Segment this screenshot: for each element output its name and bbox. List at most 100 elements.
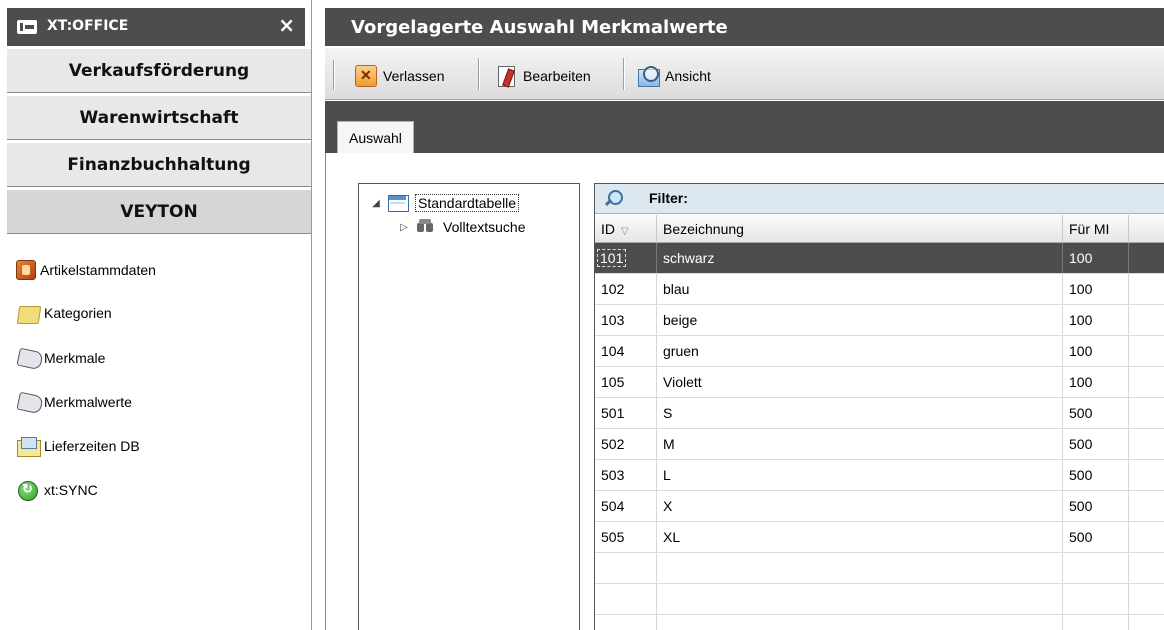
table-row[interactable]: 503 L 500 (595, 460, 1164, 491)
close-icon[interactable]: × (278, 14, 295, 36)
cell-bezeichnung: X (657, 491, 1063, 521)
table-row[interactable]: 101 schwarz 100 (595, 243, 1164, 274)
section-finanzbuchhaltung[interactable]: Finanzbuchhaltung (7, 142, 311, 187)
section-veyton[interactable]: VEYTON (7, 189, 311, 234)
cell-id-text: 101 (597, 249, 627, 267)
cell-bezeichnung-text: schwarz (663, 250, 715, 266)
sidebar: XT:OFFICE × Verkaufsförderung Warenwirts… (0, 0, 312, 630)
column-header-id[interactable]: ID ▽ (595, 215, 657, 243)
table-icon (387, 194, 409, 212)
table-row[interactable]: 102 blau 100 (595, 274, 1164, 305)
view-magnifier-icon (637, 65, 660, 87)
tree-node-label: Volltextsuche (443, 219, 526, 235)
sidebar-item-xtsync[interactable]: xt:SYNC (16, 477, 98, 503)
cell-bezeichnung: gruen (657, 336, 1063, 366)
sidebar-item-merkmalwerte[interactable]: Merkmalwerte (16, 389, 132, 415)
envelope-icon (16, 435, 41, 457)
cell-bezeichnung (657, 584, 1063, 614)
cell-extra (1129, 243, 1164, 273)
verlassen-button[interactable]: Verlassen (355, 62, 444, 90)
table-row[interactable]: 103 beige 100 (595, 305, 1164, 336)
cell-fuer: 500 (1063, 429, 1129, 459)
window-title: Vorgelagerte Auswahl Merkmalwerte (325, 8, 1164, 46)
cell-id: 502 (595, 429, 657, 459)
tag-icon (16, 347, 40, 369)
cell-extra (1129, 305, 1164, 335)
folder-icon (16, 302, 40, 324)
table-row[interactable]: 501 S 500 (595, 398, 1164, 429)
cell-id-text: 502 (601, 436, 625, 452)
app-logo-icon (17, 20, 37, 34)
tree-node-volltextsuche[interactable]: ▷ Volltextsuche (397, 216, 526, 238)
sidebar-header: XT:OFFICE × (7, 8, 305, 46)
table-row (595, 584, 1164, 615)
cell-fuer-text: 500 (1069, 405, 1093, 421)
cell-fuer: 500 (1063, 398, 1129, 428)
cell-bezeichnung: S (657, 398, 1063, 428)
main-panel: Vorgelagerte Auswahl Merkmalwerte Verlas… (322, 0, 1164, 630)
cell-id-text: 504 (601, 498, 625, 514)
filter-bar[interactable]: Filter: (595, 184, 1164, 214)
cell-id: 102 (595, 274, 657, 304)
app-title: XT:OFFICE (47, 18, 129, 34)
cell-id: 103 (595, 305, 657, 335)
tree-node-standardtabelle[interactable]: ◢ Standardtabelle (369, 192, 520, 214)
cell-extra (1129, 615, 1164, 630)
sidebar-item-label: xt:SYNC (44, 482, 98, 498)
column-header-fuer[interactable]: Für MI (1063, 215, 1129, 243)
table-row[interactable]: 105 Violett 100 (595, 367, 1164, 398)
cell-extra (1129, 460, 1164, 490)
table-row[interactable]: 504 X 500 (595, 491, 1164, 522)
sidebar-item-label: Merkmalwerte (44, 394, 132, 410)
column-header-bezeichnung[interactable]: Bezeichnung (657, 215, 1063, 243)
cell-id: 503 (595, 460, 657, 490)
cell-id: 505 (595, 522, 657, 552)
cell-bezeichnung: blau (657, 274, 1063, 304)
cell-fuer: 500 (1063, 491, 1129, 521)
cell-extra (1129, 553, 1164, 583)
sidebar-item-artikelstammdaten[interactable]: Artikelstammdaten (16, 257, 156, 283)
cell-bezeichnung: XL (657, 522, 1063, 552)
cell-extra (1129, 584, 1164, 614)
table-row[interactable]: 505 XL 500 (595, 522, 1164, 553)
table-row[interactable]: 104 gruen 100 (595, 336, 1164, 367)
exit-icon (355, 65, 377, 87)
column-header-extra[interactable] (1129, 215, 1164, 243)
cell-fuer-text: 100 (1069, 281, 1093, 297)
sidebar-item-label: Artikelstammdaten (40, 262, 156, 278)
cell-id: 104 (595, 336, 657, 366)
tree-panel: ◢ Standardtabelle ▷ Volltextsuche (358, 183, 580, 630)
cell-id-text: 505 (601, 529, 625, 545)
tab-auswahl[interactable]: Auswahl (337, 121, 414, 153)
expanded-arrow-icon[interactable]: ◢ (369, 198, 383, 209)
bearbeiten-button[interactable]: Bearbeiten (495, 62, 591, 90)
sidebar-item-merkmale[interactable]: Merkmale (16, 345, 105, 371)
grid-header: ID ▽ Bezeichnung Für MI (595, 215, 1164, 243)
cell-bezeichnung: schwarz (657, 243, 1063, 273)
section-verkaufsfoerderung[interactable]: Verkaufsförderung (7, 48, 311, 93)
sidebar-item-kategorien[interactable]: Kategorien (16, 300, 112, 326)
section-warenwirtschaft[interactable]: Warenwirtschaft (7, 95, 311, 140)
cell-bezeichnung-text: X (663, 498, 673, 514)
cell-fuer (1063, 584, 1129, 614)
ansicht-button[interactable]: Ansicht (637, 62, 711, 90)
table-row (595, 553, 1164, 584)
collapsed-arrow-icon[interactable]: ▷ (397, 222, 411, 233)
data-grid: Filter: ID ▽ Bezeichnung Für MI 101 schwar… (594, 183, 1164, 630)
binoculars-icon (415, 218, 437, 236)
cell-bezeichnung: beige (657, 305, 1063, 335)
bearbeiten-label: Bearbeiten (523, 68, 591, 84)
cell-fuer-text: 100 (1069, 250, 1093, 266)
tree-node-label: Standardtabelle (415, 194, 520, 212)
sync-icon (16, 479, 40, 501)
cell-id: 501 (595, 398, 657, 428)
tab-bar: Auswahl (325, 101, 1164, 153)
cell-bezeichnung: M (657, 429, 1063, 459)
cell-fuer: 100 (1063, 243, 1129, 273)
cell-extra (1129, 367, 1164, 397)
table-row[interactable]: 502 M 500 (595, 429, 1164, 460)
sidebar-item-lieferzeiten[interactable]: Lieferzeiten DB (16, 433, 140, 459)
cell-id-text: 102 (601, 281, 625, 297)
cell-bezeichnung-text: XL (663, 529, 681, 545)
sort-arrow-icon: ▽ (621, 226, 629, 237)
